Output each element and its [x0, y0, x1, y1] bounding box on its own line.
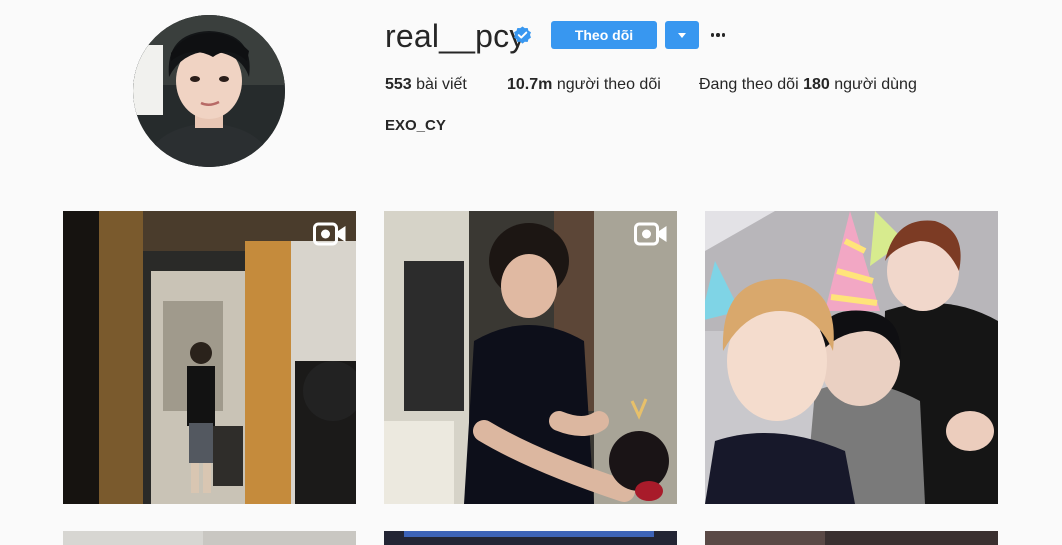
dot-icon	[716, 33, 720, 37]
following-prefix: Đang theo dõi	[699, 76, 799, 93]
post-tile[interactable]	[705, 211, 998, 504]
follow-button[interactable]: Theo dõi	[551, 21, 657, 49]
more-options-button[interactable]	[710, 22, 726, 48]
posts-count: 553	[385, 76, 412, 93]
followers-stat[interactable]: 10.7m người theo dõi	[507, 75, 661, 95]
post-tile[interactable]	[705, 531, 998, 545]
following-count: 180	[803, 76, 830, 93]
post-tile[interactable]	[384, 211, 677, 504]
following-suffix: người dùng	[834, 76, 917, 93]
followers-label: người theo dõi	[556, 76, 661, 93]
profile-fullname: EXO_CY	[385, 117, 446, 134]
verified-badge-icon	[514, 26, 531, 44]
post-tile[interactable]	[384, 531, 677, 545]
post-tile[interactable]	[63, 211, 356, 504]
posts-count-stat: 553 bài viết	[385, 75, 467, 95]
profile-avatar[interactable]	[133, 15, 285, 167]
post-tile[interactable]	[63, 531, 356, 545]
dot-icon	[721, 33, 726, 37]
dot-icon	[710, 33, 715, 37]
following-stat[interactable]: Đang theo dõi 180 người dùng	[699, 75, 917, 95]
posts-label: bài viết	[416, 76, 467, 93]
video-icon	[313, 222, 346, 246]
video-icon	[634, 222, 667, 246]
profile-username: real__pcy	[385, 18, 526, 54]
followers-count: 10.7m	[507, 76, 553, 93]
profile-page: real__pcy Theo dõi 553 bài viết 10.7m ng…	[0, 0, 1062, 545]
suggestions-dropdown-button[interactable]	[665, 21, 699, 49]
caret-down-icon	[678, 32, 686, 38]
